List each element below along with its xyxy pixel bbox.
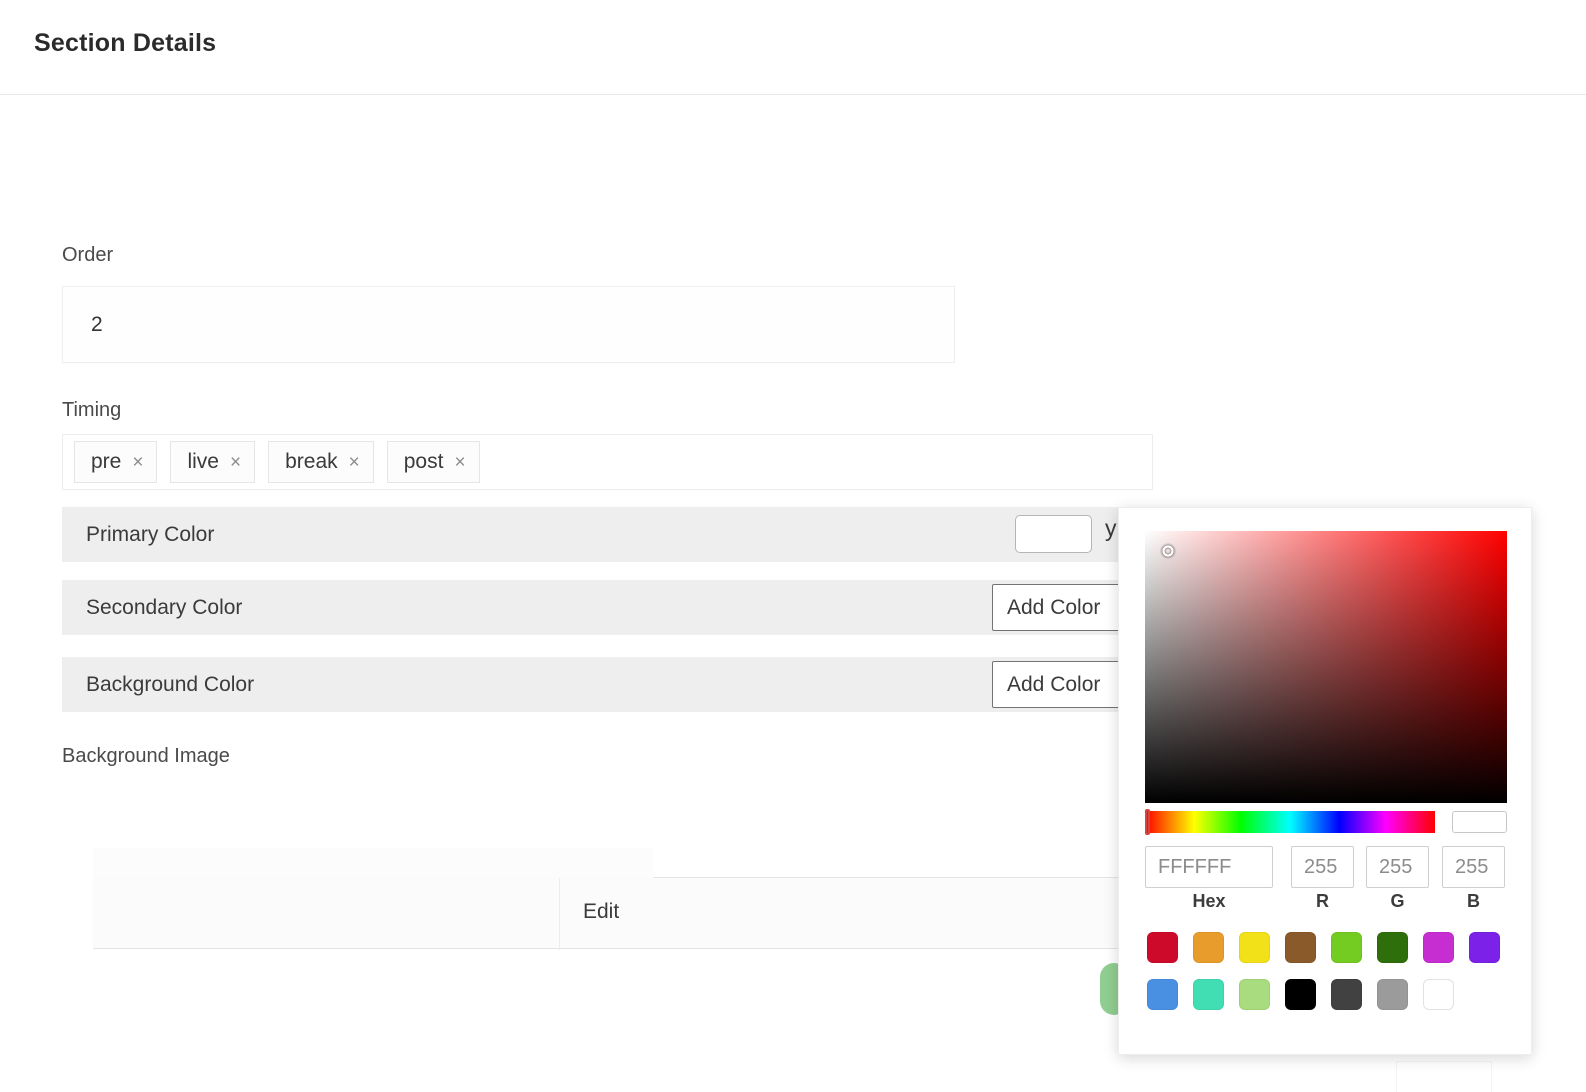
saturation-value-area[interactable] (1145, 531, 1507, 803)
hex-input-label: Hex (1192, 891, 1226, 911)
timing-label: Timing (62, 399, 122, 421)
table-cell-divider (559, 878, 560, 950)
palette-swatch[interactable] (1377, 979, 1408, 1010)
palette-swatch[interactable] (1331, 932, 1362, 963)
palette-swatch[interactable] (1377, 932, 1408, 963)
palette-swatch-grid (1147, 932, 1511, 1026)
order-label: Order (62, 244, 114, 266)
hue-slider-handle[interactable] (1145, 809, 1150, 835)
timing-tag-label: live (187, 450, 219, 473)
remove-tag-icon[interactable]: × (454, 453, 465, 472)
palette-swatch[interactable] (1239, 979, 1270, 1010)
saturation-value-cursor[interactable] (1162, 545, 1174, 557)
timing-tag[interactable]: post × (386, 441, 480, 483)
blue-input[interactable] (1442, 846, 1505, 888)
red-input-label: R (1316, 891, 1329, 911)
decorative-outline (1396, 1061, 1492, 1092)
palette-swatch[interactable] (1239, 932, 1270, 963)
remove-tag-icon[interactable]: × (230, 453, 241, 472)
timing-tag-label: post (403, 450, 444, 473)
order-input[interactable] (63, 287, 954, 362)
remove-tag-icon[interactable]: × (132, 453, 143, 472)
color-picker-popover[interactable]: Hex R G B (1118, 507, 1532, 1055)
color-value-inputs (1145, 846, 1511, 888)
palette-swatch[interactable] (1193, 932, 1224, 963)
timing-tag-field[interactable]: pre × live × break × post × (62, 434, 1153, 490)
background-image-label: Background Image (62, 745, 230, 767)
app-root: Section Details Order Timing pre × live … (0, 0, 1586, 1092)
page-title: Section Details (34, 29, 217, 57)
palette-swatch[interactable] (1423, 932, 1454, 963)
green-input-label: G (1390, 891, 1405, 911)
hue-slider[interactable] (1145, 809, 1435, 835)
primary-color-truncated-text: y (1105, 515, 1117, 541)
background-image-edit-link[interactable]: Edit (583, 900, 619, 924)
palette-swatch[interactable] (1147, 932, 1178, 963)
palette-swatch[interactable] (1285, 979, 1316, 1010)
palette-swatch[interactable] (1285, 932, 1316, 963)
green-input[interactable] (1366, 846, 1429, 888)
timing-tag-label: pre (91, 450, 122, 473)
palette-swatch[interactable] (1193, 979, 1224, 1010)
blue-input-label: B (1467, 891, 1480, 911)
hex-input[interactable] (1145, 846, 1273, 888)
hue-row (1145, 809, 1507, 835)
timing-tag-label: break (285, 450, 338, 473)
primary-color-swatch-button[interactable] (1015, 515, 1092, 553)
page-header: Section Details (0, 0, 1586, 95)
primary-color-label: Primary Color (86, 522, 215, 546)
timing-tag[interactable]: live × (170, 441, 256, 483)
palette-swatch[interactable] (1423, 979, 1454, 1010)
background-color-label: Background Color (86, 672, 255, 696)
color-preview-swatch (1452, 811, 1507, 833)
palette-swatch[interactable] (1147, 979, 1178, 1010)
palette-swatch[interactable] (1469, 932, 1500, 963)
red-input[interactable] (1291, 846, 1354, 888)
order-field[interactable] (62, 286, 955, 363)
palette-swatch[interactable] (1331, 979, 1362, 1010)
table-header-strip (93, 848, 653, 878)
remove-tag-icon[interactable]: × (349, 453, 360, 472)
timing-tag[interactable]: pre × (74, 441, 158, 483)
timing-tag[interactable]: break × (268, 441, 374, 483)
secondary-color-label: Secondary Color (86, 595, 243, 619)
